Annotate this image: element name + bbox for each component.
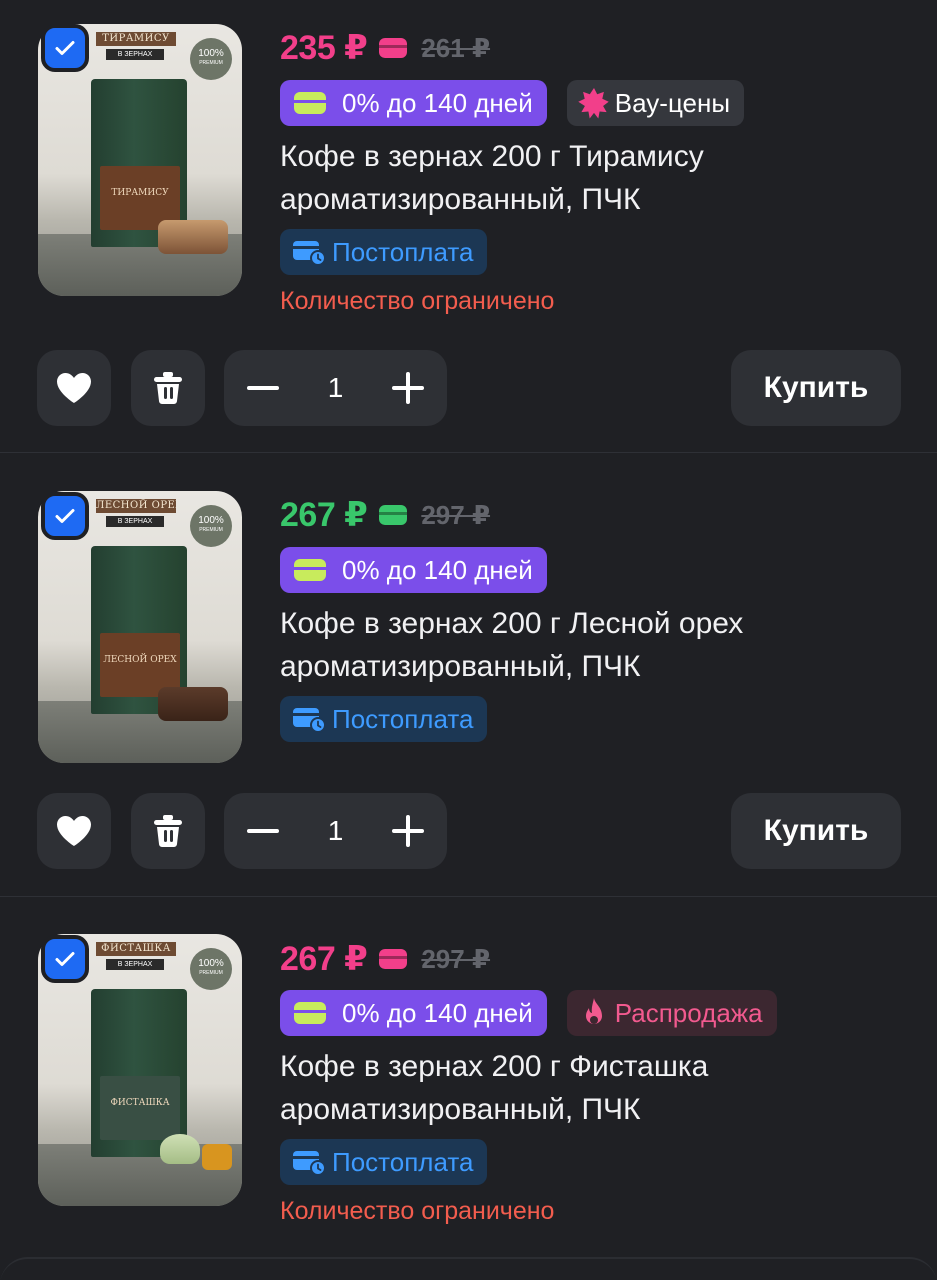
old-price: 297 ₽ — [421, 943, 491, 974]
card-icon — [294, 1002, 326, 1024]
premium-seal: 100% PREMIUM — [190, 948, 232, 990]
installment-label: 0% до 140 дней — [342, 997, 533, 1028]
quantity-value: 1 — [327, 372, 344, 403]
installment-badge[interactable]: 0% до 140 дней — [280, 80, 547, 126]
dessert-image — [160, 1134, 200, 1164]
card-icon — [379, 505, 408, 525]
minus-icon[interactable] — [246, 814, 280, 848]
favorite-button[interactable] — [37, 793, 111, 869]
select-checkbox[interactable] — [41, 24, 89, 72]
product-title[interactable]: Кофе в зернах 200 г Фисташка ароматизиро… — [280, 1045, 900, 1131]
price-row: 267 ₽ 297 ₽ — [280, 937, 490, 981]
limited-stock-note: Количество ограничено — [280, 287, 555, 315]
limited-stock-note: Количество ограничено — [280, 1197, 555, 1225]
cart-list: ТИРАМИСУ В ЗЕРНАХ 100% PREMIUM ТИРАМИСУ 2… — [0, 0, 937, 1280]
card-icon — [294, 92, 326, 114]
image-subtag: В ЗЕРНАХ — [106, 49, 164, 60]
card-icon — [379, 949, 408, 969]
promo-badge[interactable]: Распродажа — [566, 990, 777, 1036]
cart-item: ФИСТАШКА В ЗЕРНАХ 100% PREMIUM ФИСТАШКА 2… — [0, 897, 937, 1257]
cart-item: ЛЕСНОЙ ОРЕХ В ЗЕРНАХ 100% PREMIUM ЛЕСНОЙ … — [0, 453, 937, 896]
image-subtag: В ЗЕРНАХ — [106, 516, 164, 527]
current-price: 267 ₽ — [280, 940, 368, 978]
postpay-label: Постоплата — [332, 236, 474, 267]
select-checkbox[interactable] — [41, 935, 89, 983]
card-icon — [379, 38, 408, 58]
installment-badge[interactable]: 0% до 140 дней — [280, 990, 547, 1036]
current-price: 267 ₽ — [280, 496, 368, 534]
postpay-label: Постоплата — [332, 1146, 474, 1177]
dessert-image — [158, 687, 228, 721]
postpay-label: Постоплата — [332, 703, 474, 734]
postpay-badge[interactable]: Постоплата — [280, 229, 488, 275]
heart-icon — [57, 373, 91, 403]
trash-icon — [154, 815, 182, 847]
installment-label: 0% до 140 дней — [342, 554, 533, 585]
quantity-stepper: 1 — [224, 793, 447, 869]
product-title[interactable]: Кофе в зернах 200 г Тирамису ароматизиро… — [280, 135, 900, 221]
dessert-image — [158, 220, 228, 254]
quantity-stepper: 1 — [224, 350, 447, 426]
starburst-icon — [578, 88, 609, 119]
select-checkbox[interactable] — [41, 492, 89, 540]
current-price: 235 ₽ — [280, 29, 368, 67]
badges: 0% до 140 дней Распродажа — [280, 990, 777, 1036]
check-icon — [55, 41, 75, 55]
flame-icon — [585, 998, 602, 1024]
card-clock-icon — [293, 241, 326, 266]
image-subtag: В ЗЕРНАХ — [106, 959, 164, 970]
image-flavor-tag: ФИСТАШКА — [96, 942, 176, 956]
card-icon — [294, 559, 326, 581]
minus-icon[interactable] — [246, 371, 280, 405]
postpay-badge[interactable]: Постоплата — [280, 1139, 488, 1185]
plus-icon[interactable] — [391, 814, 425, 848]
installment-badge[interactable]: 0% до 140 дней — [280, 547, 547, 593]
cart-item: ТИРАМИСУ В ЗЕРНАХ 100% PREMIUM ТИРАМИСУ 2… — [0, 0, 937, 452]
product-title[interactable]: Кофе в зернах 200 г Лесной орех ароматиз… — [280, 602, 900, 688]
premium-seal: 100% PREMIUM — [190, 38, 232, 80]
trash-icon — [154, 372, 182, 404]
check-icon — [55, 952, 75, 966]
promo-label: Вау-цены — [614, 87, 731, 118]
badges: 0% до 140 дней Вау-цены — [280, 80, 745, 126]
card-clock-icon — [293, 708, 326, 733]
bag-label: ФИСТАШКА — [100, 1076, 180, 1140]
quantity-value: 1 — [327, 815, 344, 846]
installment-label: 0% до 140 дней — [342, 87, 533, 118]
buy-button[interactable]: Купить — [731, 793, 901, 869]
image-flavor-tag: ЛЕСНОЙ ОРЕХ — [96, 499, 176, 513]
next-section-card — [0, 1257, 937, 1280]
delete-button[interactable] — [131, 793, 205, 869]
honeycomb-image — [202, 1144, 232, 1170]
postpay-badge[interactable]: Постоплата — [280, 696, 488, 742]
check-icon — [55, 509, 75, 523]
price-row: 267 ₽ 297 ₽ — [280, 493, 490, 537]
plus-icon[interactable] — [391, 371, 425, 405]
promo-badge[interactable]: Вау-цены — [566, 80, 745, 126]
image-flavor-tag: ТИРАМИСУ — [96, 32, 176, 46]
buy-button[interactable]: Купить — [731, 350, 901, 426]
card-clock-icon — [293, 1151, 326, 1176]
premium-seal: 100% PREMIUM — [190, 505, 232, 547]
badges: 0% до 140 дней — [280, 547, 547, 593]
promo-label: Распродажа — [614, 997, 763, 1028]
favorite-button[interactable] — [37, 350, 111, 426]
price-row: 235 ₽ 261 ₽ — [280, 26, 490, 70]
old-price: 297 ₽ — [421, 499, 491, 530]
delete-button[interactable] — [131, 350, 205, 426]
heart-icon — [57, 816, 91, 846]
old-price: 261 ₽ — [421, 32, 491, 63]
